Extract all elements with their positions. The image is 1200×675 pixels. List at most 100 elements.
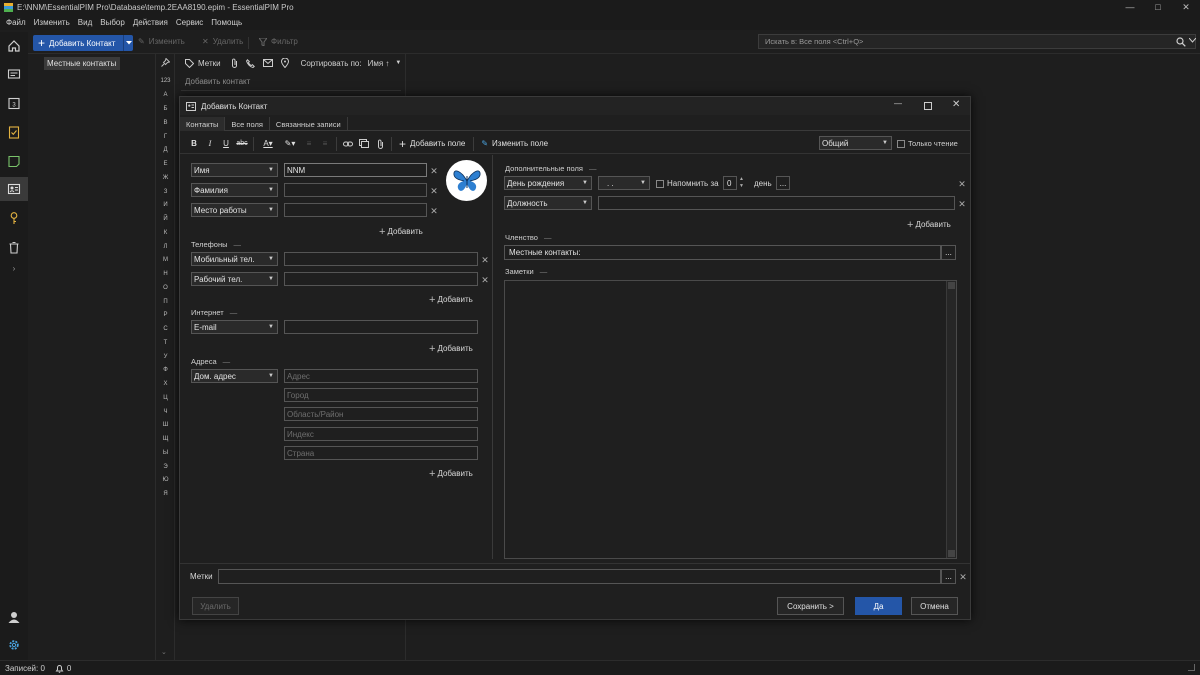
address-field[interactable]: Адрес xyxy=(284,369,478,383)
mail-icon[interactable] xyxy=(262,59,273,67)
alpha-item[interactable]: С xyxy=(156,326,175,332)
maximize-icon[interactable] xyxy=(924,102,932,110)
remind-days-field[interactable]: 0 xyxy=(723,176,737,190)
search-options-chevron-icon[interactable] xyxy=(1189,38,1196,43)
alpha-item[interactable]: П xyxy=(156,299,175,305)
clear-icon[interactable]: ✕ xyxy=(430,186,438,197)
ok-button[interactable]: Да xyxy=(855,597,902,615)
add-address-button[interactable]: + Добавить xyxy=(429,467,473,480)
alpha-item[interactable]: И xyxy=(156,202,175,208)
alpha-item[interactable]: A xyxy=(156,92,175,98)
last-name-type-select[interactable]: Фамилия ▼ xyxy=(191,183,278,197)
notes-scrollbar[interactable] xyxy=(946,281,956,558)
minimize-icon[interactable]: — xyxy=(1116,0,1144,14)
menu-help[interactable]: Помощь xyxy=(211,18,242,27)
last-name-field[interactable] xyxy=(284,183,427,197)
alpha-item[interactable]: Ч xyxy=(156,409,175,415)
tags-label[interactable]: Метки xyxy=(198,59,221,68)
email-type-select[interactable]: E-mail ▼ xyxy=(191,320,278,334)
alpha-item[interactable]: У xyxy=(156,354,175,360)
email-field[interactable] xyxy=(284,320,478,334)
resize-grip-icon[interactable] xyxy=(1188,664,1195,671)
add-contact-hint[interactable]: Добавить контакт xyxy=(185,77,250,86)
alpha-item[interactable]: Д xyxy=(156,147,175,153)
bold-button[interactable]: B xyxy=(186,136,202,152)
save-button[interactable]: Сохранить > xyxy=(777,597,844,615)
alpha-item[interactable]: Щ xyxy=(156,436,175,442)
work-phone-type-select[interactable]: Рабочий тел. ▼ xyxy=(191,272,278,286)
add-extra-field-button[interactable]: + Добавить xyxy=(907,218,951,231)
search-input[interactable]: Искать в: Все поля <Ctrl+Q> xyxy=(758,34,1196,49)
menu-actions[interactable]: Действия xyxy=(133,18,168,27)
delete-button[interactable]: ✕ Удалить xyxy=(202,37,243,46)
workplace-type-select[interactable]: Место работы ▼ xyxy=(191,203,278,217)
menu-select[interactable]: Выбор xyxy=(100,18,125,27)
link-icon[interactable] xyxy=(340,136,356,152)
region-field[interactable]: Область/Район xyxy=(284,407,478,421)
insert-image-icon[interactable] xyxy=(356,136,372,152)
alpha-item[interactable]: Ф xyxy=(156,367,175,373)
maximize-icon[interactable]: □ xyxy=(1144,0,1172,14)
calendar-list-icon[interactable] xyxy=(0,62,28,86)
clear-icon[interactable]: ✕ xyxy=(481,275,489,286)
alpha-item[interactable]: Э xyxy=(156,464,175,470)
home-icon[interactable] xyxy=(0,34,28,58)
tag-icon[interactable] xyxy=(185,58,194,68)
alpha-item[interactable]: М xyxy=(156,257,175,263)
scroll-up-icon[interactable] xyxy=(948,282,955,289)
membership-browse-button[interactable]: ... xyxy=(941,245,956,260)
alpha-item[interactable]: Е xyxy=(156,161,175,167)
city-field[interactable]: Город xyxy=(284,388,478,402)
alpha-item[interactable]: О xyxy=(156,285,175,291)
position-type-select[interactable]: Должность ▼ xyxy=(504,196,592,210)
location-icon[interactable] xyxy=(280,58,289,68)
sort-select[interactable]: Имя ↑ xyxy=(368,59,390,68)
filter-button[interactable]: Фильтр xyxy=(259,37,298,46)
edit-field-button[interactable]: ✎ Изменить поле xyxy=(481,139,548,148)
strikethrough-button[interactable]: abc xyxy=(234,136,250,152)
tasks-icon[interactable] xyxy=(0,120,28,144)
alpha-item[interactable]: Н xyxy=(156,271,175,277)
notes-icon[interactable] xyxy=(0,149,28,173)
tags-browse-button[interactable]: ... xyxy=(941,569,956,584)
cancel-button[interactable]: Отмена xyxy=(911,597,958,615)
menu-tools[interactable]: Сервис xyxy=(176,18,203,27)
work-phone-field[interactable] xyxy=(284,272,478,286)
clear-icon[interactable]: ✕ xyxy=(959,572,967,583)
password-icon[interactable] xyxy=(0,206,28,230)
delete-contact-button[interactable]: Удалить xyxy=(192,597,239,615)
add-phone-button[interactable]: + Добавить xyxy=(429,293,473,306)
clear-icon[interactable]: ✕ xyxy=(958,199,966,210)
readonly-checkbox[interactable] xyxy=(897,140,905,148)
address-type-select[interactable]: Дом. адрес ▼ xyxy=(191,369,278,383)
alpha-item[interactable]: Х xyxy=(156,381,175,387)
bullet-list-icon[interactable]: ≡ xyxy=(301,136,317,152)
contacts-icon[interactable] xyxy=(0,177,28,201)
alpha-item[interactable]: Ш xyxy=(156,422,175,428)
scroll-down-icon[interactable] xyxy=(948,550,955,557)
tags-field[interactable] xyxy=(218,569,941,584)
postal-code-field[interactable]: Индекс xyxy=(284,427,478,441)
alpha-item[interactable]: 123 xyxy=(156,78,175,84)
pin-icon[interactable] xyxy=(161,58,170,67)
add-name-field-button[interactable]: + Добавить xyxy=(379,225,423,238)
remind-checkbox[interactable] xyxy=(656,180,664,188)
close-icon[interactable]: ✕ xyxy=(952,99,960,110)
close-icon[interactable]: ✕ xyxy=(1172,0,1200,14)
attachment-icon[interactable] xyxy=(231,58,238,68)
alpha-item[interactable]: Т xyxy=(156,340,175,346)
numbered-list-icon[interactable]: ≡ xyxy=(317,136,333,152)
mobile-phone-type-select[interactable]: Мобильный тел. ▼ xyxy=(191,252,278,266)
tab-linked-records[interactable]: Связанные записи xyxy=(270,117,348,131)
alpha-item[interactable]: Л xyxy=(156,244,175,250)
menu-view[interactable]: Вид xyxy=(78,18,92,27)
alpha-item[interactable]: Г xyxy=(156,134,175,140)
country-field[interactable]: Страна xyxy=(284,446,478,460)
add-internet-button[interactable]: + Добавить xyxy=(429,342,473,355)
birthday-date-picker[interactable]: . . ▼ xyxy=(598,176,650,190)
alpha-item[interactable]: Ю xyxy=(156,477,175,483)
search-icon[interactable] xyxy=(1176,37,1186,47)
settings-icon[interactable] xyxy=(0,633,28,657)
contact-photo[interactable] xyxy=(446,160,487,201)
notes-textarea[interactable] xyxy=(504,280,957,559)
